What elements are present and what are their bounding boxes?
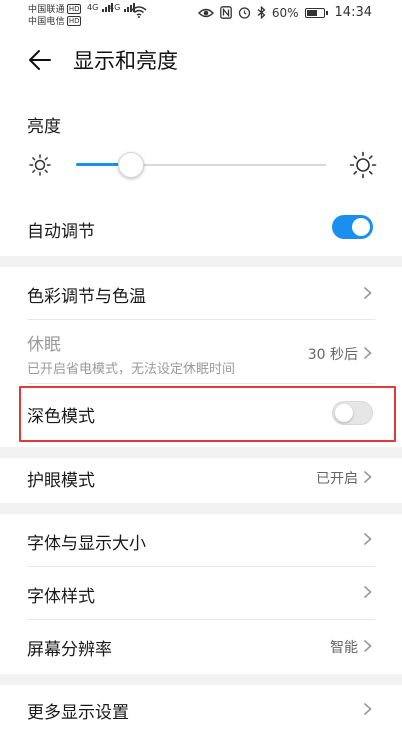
chevron-right-icon [363,532,372,546]
page-title: 显示和亮度 [73,49,178,73]
eye-comfort-value: 已开启 [316,471,358,487]
sleep-label: 休眠 [27,335,61,355]
more-display-row[interactable]: 更多显示设置 [0,685,402,736]
chevron-right-icon [363,286,372,300]
section-divider [0,674,402,685]
color-temp-label: 色彩调节与色温 [27,287,146,307]
font-style-row[interactable]: 字体样式 [0,567,402,619]
auto-adjust-label: 自动调节 [27,222,95,242]
wifi-icon [131,6,147,18]
font-size-row[interactable]: 字体与显示大小 [0,514,402,566]
row-divider [27,383,375,384]
app-header: 显示和亮度 [0,40,402,80]
section-divider [0,503,402,514]
nfc-icon [220,6,232,19]
section-divider [0,256,402,267]
hd-badge: HD [66,4,82,14]
eye-comfort-row[interactable]: 护眼模式 已开启 [0,458,402,500]
sleep-row: 休眠 已开启省电模式，无法设定休眠时间 30 秒后 [0,320,402,382]
clock: 14:34 [334,5,372,20]
back-arrow-icon[interactable] [28,49,52,71]
chevron-right-icon [363,470,372,484]
carrier-2: 中国电信 HD [28,14,82,27]
brightness-label: 亮度 [27,117,61,137]
status-bar: 中国联通 HD 中国电信 HD 4G 4G 60% 14:34 [0,0,402,30]
battery-icon [304,7,328,18]
font-style-label: 字体样式 [27,587,95,607]
sleep-value: 30 秒后 [307,347,358,363]
resolution-label: 屏幕分辨率 [27,640,112,660]
alarm-icon [238,7,251,19]
auto-adjust-row[interactable]: 自动调节 [0,205,402,249]
carrier-2-name: 中国电信 [28,17,65,27]
highlight-box [19,386,396,442]
brightness-slider-row [0,145,402,185]
color-temp-row[interactable]: 色彩调节与色温 [0,267,402,319]
auto-adjust-toggle[interactable] [332,215,373,239]
net-type-2: 4G [109,3,121,12]
bluetooth-icon [257,6,266,19]
hd-badge-2: HD [66,16,82,26]
eye-icon [197,8,214,17]
status-icons: 60% 14:34 [197,5,372,20]
chevron-right-icon [363,585,372,599]
resolution-value: 智能 [330,640,358,656]
chevron-right-icon [363,702,372,716]
resolution-row[interactable]: 屏幕分辨率 智能 [0,620,402,672]
sleep-sublabel: 已开启省电模式，无法设定休眠时间 [27,362,236,377]
battery-percent: 60% [271,5,299,20]
font-size-label: 字体与显示大小 [27,534,146,554]
more-display-label: 更多显示设置 [27,703,129,723]
sun-large-icon [349,151,377,179]
brightness-slider-thumb[interactable] [118,152,144,178]
chevron-right-icon [363,639,372,653]
sun-small-icon [29,154,51,176]
eye-comfort-label: 护眼模式 [27,471,95,491]
section-divider [0,447,402,458]
chevron-right-icon [363,346,372,360]
net-type-1: 4G [87,3,99,12]
